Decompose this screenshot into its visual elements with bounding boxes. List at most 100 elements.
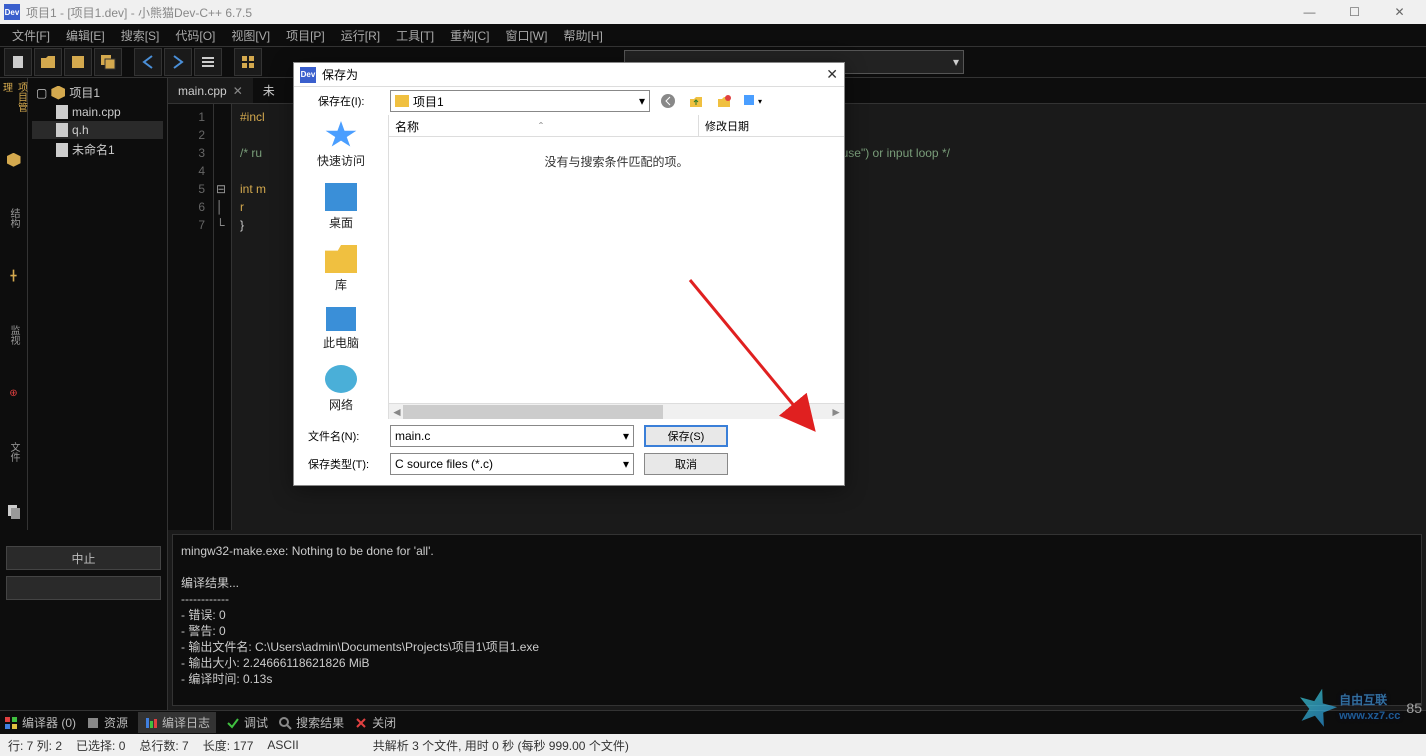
file-icon	[56, 105, 68, 119]
menu-window[interactable]: 窗口[W]	[497, 25, 555, 46]
compile-warnings: - 警告: 0	[181, 623, 1413, 639]
pc-icon	[326, 307, 356, 331]
tab-main[interactable]: main.cpp ✕	[168, 78, 253, 103]
root-label: 项目1	[69, 84, 100, 101]
status-total-lines: 总行数: 7	[139, 737, 188, 754]
file-list-area: 名称ˆ 修改日期 没有与搜索条件匹配的项。 ◄ ►	[388, 115, 844, 419]
watermark-star-icon	[1293, 684, 1342, 733]
save-dialog: Dev 保存为 ✕ 保存在(I): 项目1 ▾ ▾ 快速访问 桌面 库 此电脑 …	[293, 62, 845, 486]
filename-label: 文件名(N):	[308, 428, 386, 444]
rail-project[interactable]: 项目管理	[1, 82, 27, 121]
status-line-col: 行: 7 列: 2	[8, 737, 62, 754]
desktop-icon	[325, 183, 357, 211]
save-icon[interactable]	[64, 48, 92, 76]
save-in-label: 保存在(I):	[318, 93, 364, 109]
tab-other[interactable]: 未	[253, 78, 285, 103]
watermark: 自由互联 www.xz7.cc 85	[1297, 688, 1422, 728]
save-all-icon[interactable]	[94, 48, 122, 76]
filename-input[interactable]: main.c▾	[390, 425, 634, 447]
rail-files[interactable]: 文件	[1, 433, 27, 472]
empty-button[interactable]	[6, 576, 161, 600]
rail-shield-icon[interactable]	[1, 141, 27, 180]
open-file-icon[interactable]	[34, 48, 62, 76]
sidebar-quickaccess[interactable]: 快速访问	[317, 121, 365, 169]
tool-debug[interactable]: 调试	[226, 714, 268, 731]
save-button[interactable]: 保存(S)	[644, 425, 728, 447]
file-label: 未命名1	[72, 141, 115, 158]
tree-file-main[interactable]: main.cpp	[32, 103, 163, 121]
dialog-title: 保存为	[322, 66, 358, 83]
dialog-title-bar: Dev 保存为 ✕	[294, 63, 844, 87]
col-name[interactable]: 名称ˆ	[389, 115, 699, 136]
sidebar-desktop[interactable]: 桌面	[325, 183, 357, 231]
col-date[interactable]: 修改日期	[699, 115, 755, 136]
tool-search[interactable]: 搜索结果	[278, 714, 344, 731]
sidebar-thispc[interactable]: 此电脑	[323, 307, 359, 351]
close-button[interactable]: ✕	[1377, 0, 1422, 24]
rail-add-icon[interactable]: ╋	[1, 258, 27, 297]
horizontal-scrollbar[interactable]: ◄ ►	[389, 403, 844, 419]
menu-view[interactable]: 视图[V]	[223, 25, 278, 46]
tab-label: main.cpp	[178, 84, 227, 98]
sidebar-library[interactable]: 库	[325, 245, 357, 293]
tree-root[interactable]: ▢ 项目1	[32, 82, 163, 103]
network-icon	[325, 365, 357, 393]
tree-file-qh[interactable]: q.h	[32, 121, 163, 139]
tool-close[interactable]: 关闭	[354, 714, 396, 731]
dialog-toolbar: 保存在(I): 项目1 ▾ ▾	[294, 87, 844, 115]
tab-close-icon[interactable]: ✕	[233, 84, 243, 98]
compile-output-size: - 输出大小: 2.24666118621826 MiB	[181, 655, 1413, 671]
new-file-icon[interactable]	[4, 48, 32, 76]
forward-icon[interactable]	[164, 48, 192, 76]
list-icon[interactable]	[194, 48, 222, 76]
file-label: q.h	[72, 123, 89, 137]
status-bar: 行: 7 列: 2 已选择: 0 总行数: 7 长度: 177 ASCII 共解…	[0, 734, 1426, 756]
scroll-thumb[interactable]	[403, 405, 663, 419]
tool-compile-log[interactable]: 编译日志	[138, 712, 216, 733]
nav-up-icon[interactable]	[686, 91, 706, 111]
filetype-dropdown[interactable]: C source files (*.c)▾	[390, 453, 634, 475]
nav-new-folder-icon[interactable]	[714, 91, 734, 111]
tool-compiler[interactable]: 编译器 (0)	[4, 714, 76, 731]
tool-resource[interactable]: 资源	[86, 714, 128, 731]
dialog-close-icon[interactable]: ✕	[826, 66, 838, 83]
line-gutter: 1234567	[168, 104, 214, 530]
rail-watch[interactable]: 监视	[1, 316, 27, 355]
menu-help[interactable]: 帮助[H]	[555, 25, 610, 46]
nav-back-icon[interactable]	[658, 91, 678, 111]
menu-refactor[interactable]: 重构[C]	[442, 25, 497, 46]
menu-project[interactable]: 项目[P]	[278, 25, 333, 46]
back-icon[interactable]	[134, 48, 162, 76]
menu-code[interactable]: 代码[O]	[167, 25, 223, 46]
nav-view-icon[interactable]: ▾	[742, 91, 762, 111]
menu-edit[interactable]: 编辑[E]	[58, 25, 113, 46]
menu-search[interactable]: 搜索[S]	[113, 25, 168, 46]
folder-dropdown[interactable]: 项目1 ▾	[390, 90, 650, 112]
bottom-left-panel: 中止	[0, 530, 168, 710]
empty-message: 没有与搜索条件匹配的项。	[389, 137, 844, 403]
stop-button[interactable]: 中止	[6, 546, 161, 570]
rail-struct[interactable]: 结构	[1, 199, 27, 238]
collapse-icon[interactable]: ▢	[36, 86, 47, 100]
file-list-header: 名称ˆ 修改日期	[389, 115, 844, 137]
library-icon	[325, 245, 357, 273]
rail-debug-icon[interactable]: ⊕	[1, 375, 27, 414]
menu-run[interactable]: 运行[R]	[333, 25, 388, 46]
rail-copy-icon[interactable]	[1, 492, 27, 531]
dialog-icon: Dev	[300, 67, 316, 83]
menu-tools[interactable]: 工具[T]	[388, 25, 442, 46]
compile-sep: ------------	[181, 591, 1413, 607]
minimize-button[interactable]: —	[1287, 0, 1332, 24]
window-title: 项目1 - [项目1.dev] - 小熊猫Dev-C++ 6.7.5	[26, 4, 252, 21]
sidebar-network[interactable]: 网络	[325, 365, 357, 413]
maximize-button[interactable]: ☐	[1332, 0, 1377, 24]
compile-output[interactable]: mingw32-make.exe: Nothing to be done for…	[172, 534, 1422, 706]
tree-file-untitled[interactable]: 未命名1	[32, 139, 163, 160]
grid-icon[interactable]	[234, 48, 262, 76]
status-parse: 共解析 3 个文件, 用时 0 秒 (每秒 999.00 个文件)	[373, 737, 629, 754]
file-label: main.cpp	[72, 105, 121, 119]
menu-file[interactable]: 文件[F]	[4, 25, 58, 46]
cancel-button[interactable]: 取消	[644, 453, 728, 475]
left-rail: 项目管理 结构 ╋ 监视 ⊕ 文件	[0, 78, 28, 530]
star-icon	[325, 121, 357, 149]
